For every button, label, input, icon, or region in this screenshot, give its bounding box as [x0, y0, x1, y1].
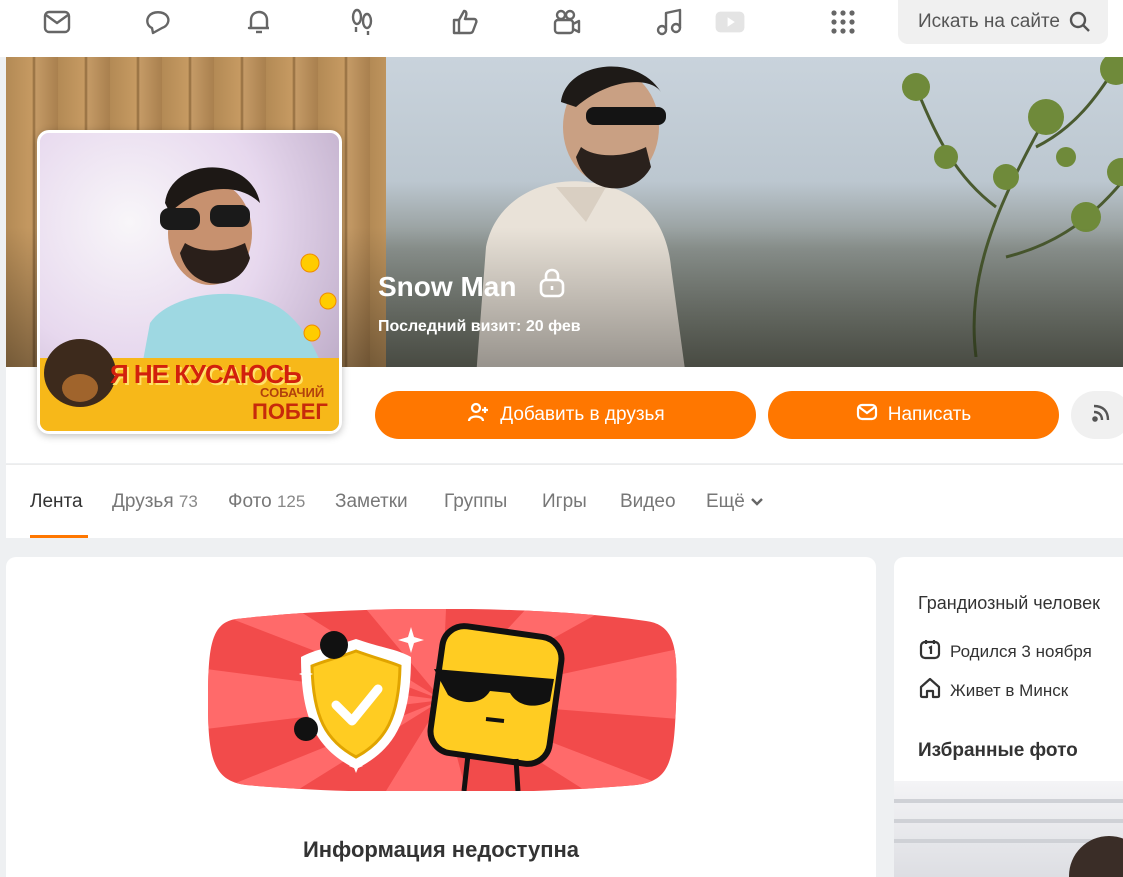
- birthday-row: Родился 3 ноября: [918, 637, 1092, 666]
- add-friend-button[interactable]: Добавить в друзья: [375, 391, 756, 439]
- music-icon[interactable]: [650, 4, 688, 40]
- tab-feed[interactable]: Лента: [30, 491, 83, 513]
- profile-avatar[interactable]: Я НЕ КУСАЮСЬ СОБАЧИЙ ПОБЕГ: [37, 130, 342, 434]
- tab-photos-count: 125: [276, 492, 306, 511]
- tab-notes-label: Заметки: [335, 491, 408, 512]
- chevron-down-icon: [750, 491, 764, 512]
- feed-card: Информация недоступна: [6, 557, 876, 877]
- calendar-icon: [918, 637, 942, 666]
- apps-grid-icon[interactable]: [824, 4, 862, 40]
- tab-photos[interactable]: Фото 125: [228, 491, 305, 513]
- messages-icon[interactable]: [38, 4, 76, 40]
- write-message-button[interactable]: Написать: [768, 391, 1059, 439]
- tab-groups[interactable]: Группы: [444, 491, 507, 513]
- favorite-photo-thumbnail[interactable]: [894, 781, 1123, 877]
- tab-friends-label: Друзья: [112, 491, 174, 512]
- tab-photos-label: Фото: [228, 491, 272, 512]
- rss-icon: [1091, 403, 1111, 428]
- top-navigation-bar: [0, 0, 1123, 57]
- tab-friends[interactable]: Друзья 73: [112, 491, 198, 513]
- lock-icon: [538, 268, 566, 305]
- video-icon[interactable]: [548, 4, 586, 40]
- envelope-icon: [856, 401, 878, 429]
- play-icon[interactable]: [710, 4, 750, 40]
- discussions-icon[interactable]: [140, 4, 178, 40]
- search-input[interactable]: [916, 10, 1070, 34]
- tab-groups-label: Группы: [444, 491, 508, 512]
- tab-friends-count: 73: [178, 492, 198, 511]
- privacy-illustration: [208, 609, 677, 791]
- info-unavailable-title: Информация недоступна: [302, 837, 580, 862]
- tab-videos-label: Видео: [620, 491, 676, 512]
- home-icon: [918, 676, 942, 705]
- tab-more[interactable]: Ещё: [706, 491, 764, 513]
- search-icon[interactable]: [1068, 10, 1092, 39]
- tab-videos[interactable]: Видео: [620, 491, 676, 513]
- write-message-label: Написать: [887, 404, 972, 425]
- guests-icon[interactable]: [343, 4, 381, 40]
- avatar-sticker-title: ПОБЕГ: [252, 399, 328, 424]
- profile-name: Snow Man: [378, 268, 566, 305]
- birthday-text: Родился 3 ноября: [950, 641, 1092, 661]
- notifications-icon[interactable]: [240, 4, 278, 40]
- location-row: Живет в Минск: [918, 676, 1068, 705]
- likes-icon[interactable]: [446, 4, 484, 40]
- tab-more-label: Ещё: [706, 491, 745, 512]
- profile-status: Грандиозный человек: [918, 593, 1101, 613]
- profile-tabs: Лента Друзья 73 Фото 125 Заметки Группы …: [6, 464, 1123, 538]
- tab-games-label: Игры: [542, 491, 587, 512]
- location-text: Живет в Минск: [950, 680, 1069, 700]
- profile-name-text: Snow Man: [378, 270, 517, 302]
- add-user-icon: [466, 400, 490, 430]
- tab-notes[interactable]: Заметки: [335, 491, 408, 513]
- add-friend-label: Добавить в друзья: [500, 404, 665, 425]
- avatar-sticker-subtext: СОБАЧИЙ: [260, 385, 325, 400]
- profile-about-card: Грандиозный человек Родился 3 ноября Жив…: [894, 557, 1123, 877]
- tab-games[interactable]: Игры: [542, 491, 587, 513]
- active-tab-indicator: [30, 535, 88, 538]
- favorite-photos-heading: Избранные фото: [918, 740, 1078, 761]
- tab-feed-label: Лента: [30, 491, 83, 512]
- subscribe-feed-button[interactable]: [1071, 391, 1123, 439]
- last-visit: Последний визит: 20 фев: [378, 318, 581, 335]
- site-search: [898, 0, 1108, 44]
